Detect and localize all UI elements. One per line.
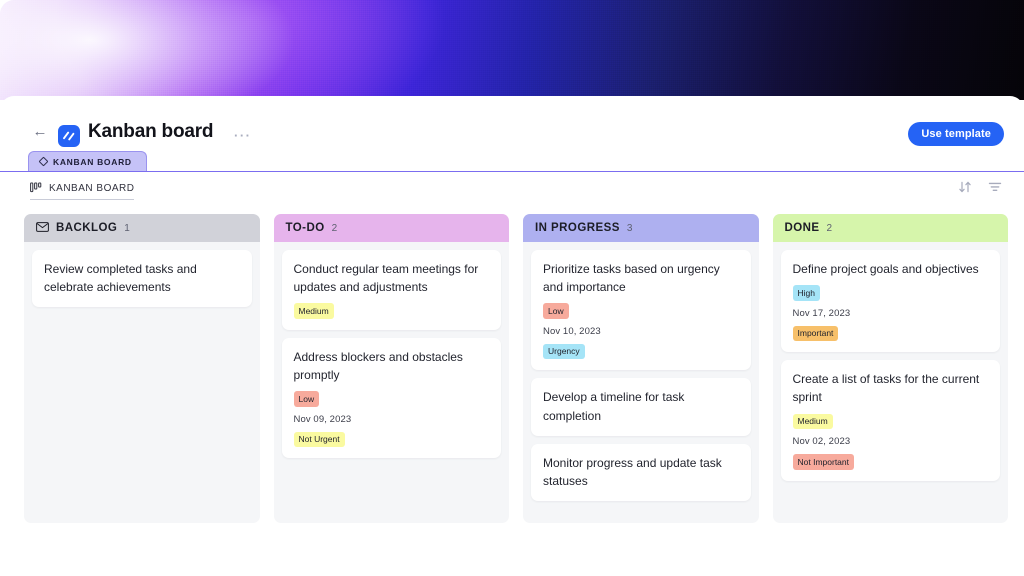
gradient-banner <box>0 0 1024 100</box>
column-count: 3 <box>626 222 633 234</box>
brand-logo-icon <box>58 125 80 147</box>
task-card[interactable]: Define project goals and objectives High N… <box>780 250 1000 353</box>
use-template-button[interactable]: Use template <box>908 122 1004 146</box>
tab-strip: KANBAN BOARD <box>0 151 1024 172</box>
column-count: 1 <box>124 222 130 234</box>
task-card-date: Nov 09, 2023 <box>293 413 352 425</box>
column-name: BACKLOG <box>56 222 118 234</box>
title-row: ← Kanban board ··· Use template <box>0 108 1024 150</box>
task-tag[interactable]: Not Urgent <box>293 431 345 448</box>
board-column-to-do: TO-DO 2 Conduct regular team meetings for… <box>273 214 510 524</box>
board-toolbar <box>958 180 1002 199</box>
column-header: IN PROGRESS 3 <box>523 214 759 242</box>
task-card-title: Develop a timeline for task completion <box>543 390 685 423</box>
column-name: IN PROGRESS <box>535 222 620 234</box>
kanban-app: ← Kanban board ··· Use template KANBAN B… <box>0 0 1024 576</box>
task-tag[interactable]: High <box>792 285 820 301</box>
kanban-board: BACKLOG 1 Review completed tasks and celeb… <box>24 214 1009 524</box>
task-card-title: Prioritize tasks based on urgency and im… <box>543 262 720 295</box>
task-card-title: Review completed tasks and celebrate ach… <box>44 262 197 295</box>
task-card-date: Nov 10, 2023 <box>543 325 601 337</box>
tab-label: KANBAN BOARD <box>53 156 132 167</box>
column-header: DONE 2 <box>772 214 1008 242</box>
task-card[interactable]: Prioritize tasks based on urgency and im… <box>531 250 751 371</box>
column-name: TO-DO <box>285 222 325 234</box>
diamond-icon <box>38 156 49 167</box>
column-name: DONE <box>784 222 820 234</box>
subheader-kanban-board[interactable]: KANBAN BOARD <box>30 180 135 200</box>
column-card-list: Conduct regular team meetings for update… <box>274 242 510 480</box>
task-card[interactable]: Create a list of tasks for the current s… <box>780 360 1000 481</box>
task-card-date: Nov 17, 2023 <box>792 307 851 319</box>
arrow-left-icon[interactable]: ← <box>31 123 49 141</box>
task-tag[interactable]: Medium <box>792 413 833 430</box>
page-surface: ← Kanban board ··· Use template KANBAN B… <box>0 96 1024 576</box>
task-card-title: Create a list of tasks for the current s… <box>792 372 980 405</box>
board-column-done: DONE 2 Define project goals and objectives… <box>772 214 1009 524</box>
sort-arrows-icon[interactable] <box>958 180 972 199</box>
envelope-icon <box>36 221 49 235</box>
task-card[interactable]: Develop a timeline for task completion <box>531 378 751 436</box>
task-card[interactable]: Conduct regular team meetings for update… <box>281 250 501 330</box>
column-card-list: Review completed tasks and celebrate ach… <box>24 242 260 329</box>
column-card-list: Prioritize tasks based on urgency and im… <box>523 242 759 523</box>
task-card-title: Define project goals and objectives <box>792 262 979 276</box>
column-count: 2 <box>826 222 833 234</box>
task-tag[interactable]: Not Important <box>792 454 854 470</box>
column-header: TO-DO 2 <box>273 214 509 242</box>
task-tag[interactable]: Low <box>293 391 320 407</box>
subheader-label: KANBAN BOARD <box>49 183 135 194</box>
task-card[interactable]: Address blockers and obstacles promptly L… <box>281 337 501 459</box>
column-card-list: Define project goals and objectives High N… <box>773 242 1009 503</box>
task-tag[interactable]: Low <box>543 303 569 319</box>
title-more-menu[interactable]: ··· <box>234 128 252 143</box>
page-title: Kanban board <box>88 121 214 142</box>
tab-kanban-board[interactable]: KANBAN BOARD <box>28 151 147 171</box>
board-column-in-progress: IN PROGRESS 3 Prioritize tasks based on ur… <box>523 214 759 524</box>
board-columns-icon <box>30 180 42 198</box>
column-header: BACKLOG 1 <box>24 214 260 242</box>
task-card[interactable]: Review completed tasks and celebrate ach… <box>32 250 252 308</box>
task-card-title: Monitor progress and update task statuse… <box>543 455 722 489</box>
column-count: 2 <box>331 222 338 234</box>
task-tag[interactable]: Important <box>792 325 839 342</box>
filter-icon[interactable] <box>988 180 1002 199</box>
task-card-date: Nov 02, 2023 <box>792 436 851 448</box>
task-tag[interactable]: Urgency <box>543 343 585 360</box>
task-card-title: Conduct regular team meetings for update… <box>293 262 479 295</box>
task-tag[interactable]: Medium <box>293 303 334 319</box>
task-card[interactable]: Monitor progress and update task statuse… <box>531 443 751 502</box>
board-column-backlog: BACKLOG 1 Review completed tasks and celeb… <box>24 214 260 524</box>
task-card-title: Address blockers and obstacles promptly <box>293 349 463 383</box>
